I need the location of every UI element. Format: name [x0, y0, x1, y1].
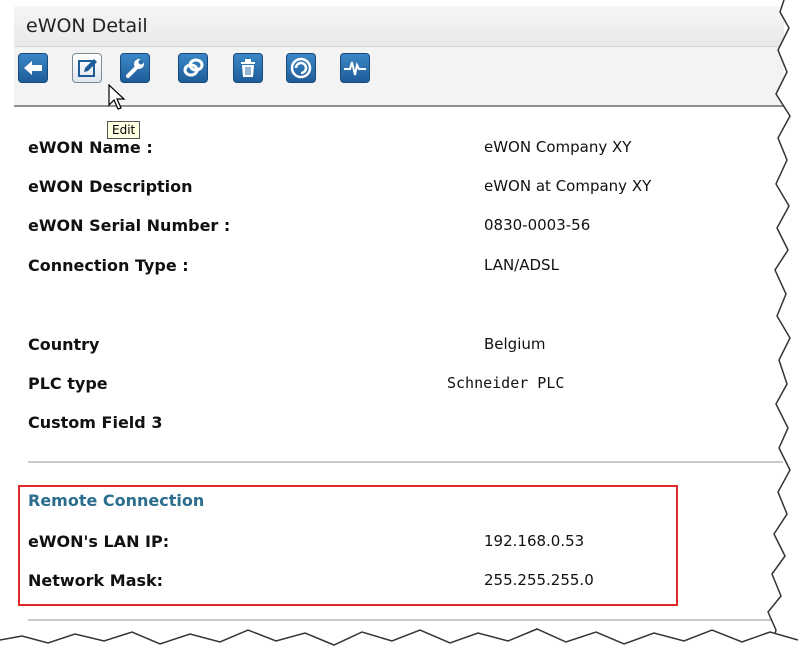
ewon-detail-panel: eWON Detail Edit eWON Name: eWON Compan…: [0, 0, 798, 655]
torn-edge-decoration: [0, 0, 798, 655]
